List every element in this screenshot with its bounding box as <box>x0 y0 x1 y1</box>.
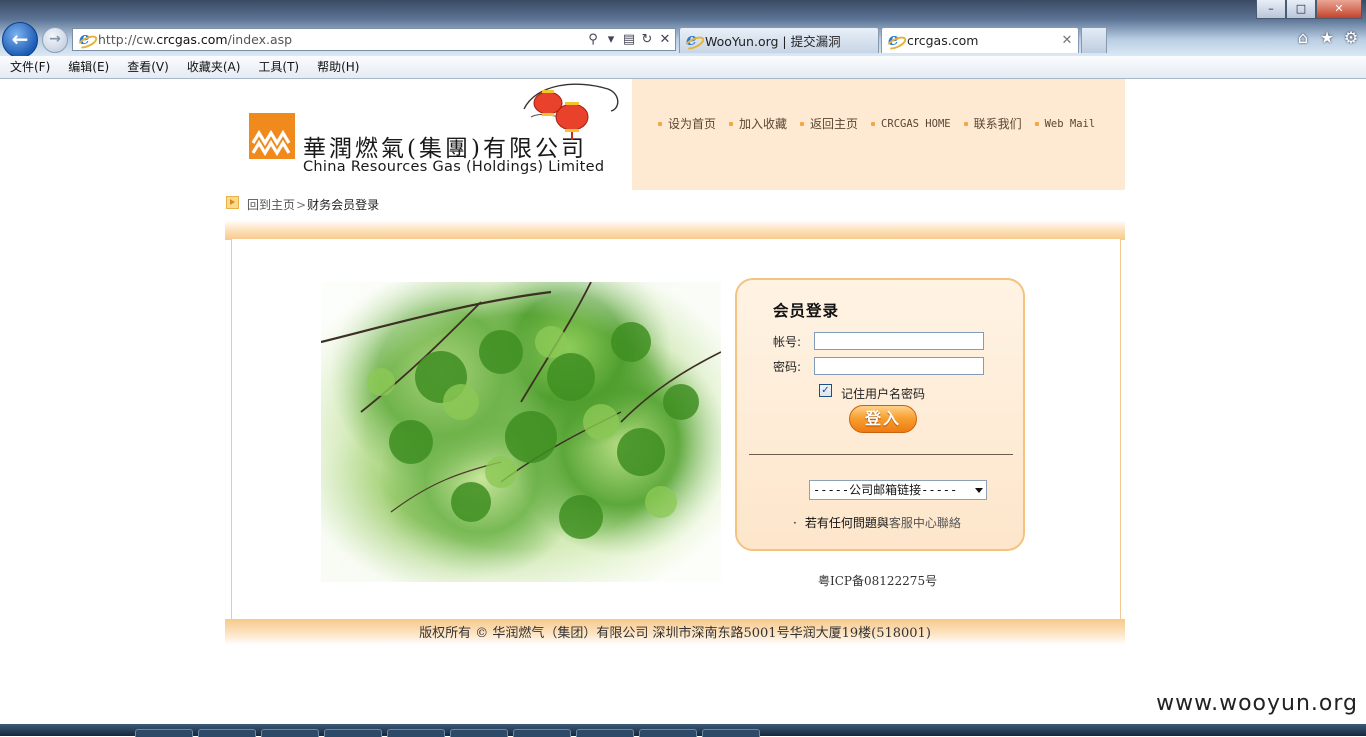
link-crcgas-home[interactable]: CRCGAS HOME <box>871 115 951 132</box>
link-set-homepage[interactable]: 设为首页 <box>658 115 716 132</box>
link-label: 返回主页 <box>810 117 859 131</box>
bullet-icon <box>871 121 876 126</box>
breadcrumb-arrow-icon <box>226 196 239 209</box>
help-prefix: 若有任何問題與 <box>804 516 889 530</box>
search-icon[interactable]: ⚲ <box>585 32 601 47</box>
arrow-right-icon: → <box>49 31 61 47</box>
help-text: · 若有任何問題與客服中心聯絡 <box>793 514 961 531</box>
menu-file[interactable]: 文件(F) <box>0 56 58 78</box>
wooyun-watermark: www.wooyun.org <box>1156 691 1358 716</box>
bullet-icon <box>729 121 734 126</box>
address-bar[interactable]: http://cw.crcgas.com/index.asp ⚲ ▾ ▤ ↻ ✕ <box>72 28 676 51</box>
web-page: 華潤燃氣(集團)有限公司 China Resources Gas (Holdin… <box>0 79 1366 724</box>
tab-label: crcgas.com <box>907 33 979 48</box>
help-bullet: · <box>793 516 797 530</box>
bullet-icon <box>800 121 805 126</box>
menu-tools[interactable]: 工具(T) <box>248 56 307 78</box>
tab-crcgas[interactable]: crcgas.com ✕ <box>881 27 1079 53</box>
logo-mark-icon <box>249 113 295 159</box>
menu-bar: 文件(F) 编辑(E) 查看(V) 收藏夹(A) 工具(T) 帮助(H) <box>0 56 1366 79</box>
browser-right-icons: ⌂ ★ ⚙ <box>1294 28 1360 48</box>
window-controls: – □ ✕ <box>1256 0 1362 19</box>
ie-tab-icon <box>685 30 701 50</box>
breadcrumb-current: 财务会员登录 <box>307 198 380 212</box>
address-prefix: http://cw. <box>98 32 157 47</box>
ie-tab-icon <box>887 30 903 50</box>
breadcrumb: 回到主页 > 财务会员登录 <box>226 196 379 213</box>
bullet-icon <box>963 121 968 126</box>
browser-chrome: – □ ✕ ← → http://cw.crcgas.com/index.asp… <box>0 0 1366 58</box>
gear-icon[interactable]: ⚙ <box>1342 28 1360 48</box>
close-window-button[interactable]: ✕ <box>1316 0 1362 19</box>
icp-record[interactable]: 粤ICP备08122275号 <box>818 572 937 589</box>
link-label: 设为首页 <box>668 117 717 131</box>
footer-copyright: 版权所有 © 华润燃气（集团）有限公司 深圳市深南东路5001号华润大厦19楼(… <box>225 619 1125 645</box>
stop-icon[interactable]: ✕ <box>657 32 673 47</box>
tab-close-icon[interactable]: ✕ <box>1059 33 1075 48</box>
link-contact-us[interactable]: 联系我们 <box>963 115 1022 132</box>
address-domain: crcgas.com <box>156 32 228 47</box>
arrow-left-icon: ← <box>11 27 29 51</box>
dropdown-icon[interactable]: ▾ <box>603 32 619 47</box>
breadcrumb-separator: > <box>296 197 307 212</box>
lantern-decoration-icon <box>523 83 619 140</box>
link-label: Web Mail <box>1044 117 1096 130</box>
customer-service-link[interactable]: 客服中心聯絡 <box>889 516 961 530</box>
compat-view-icon[interactable]: ▤ <box>621 32 637 47</box>
chevron-down-icon <box>975 488 983 493</box>
login-title: 会员登录 <box>773 302 840 320</box>
home-icon[interactable]: ⌂ <box>1294 28 1312 48</box>
refresh-icon[interactable]: ↻ <box>639 32 655 47</box>
tab-wooyun[interactable]: WooYun.org | 提交漏洞 <box>679 27 879 53</box>
password-input[interactable] <box>814 357 984 375</box>
company-mail-select[interactable]: -----公司邮箱链接----- <box>809 480 987 500</box>
password-label: 密码: <box>773 360 802 374</box>
address-text[interactable]: http://cw.crcgas.com/index.asp <box>98 32 585 47</box>
mail-select-value: -----公司邮箱链接----- <box>813 483 958 497</box>
login-button[interactable]: 登入 <box>849 405 917 433</box>
login-panel: 会员登录 帐号: 密码: ✓ 记住用户名密码 登入 -----公司邮箱链接---… <box>735 278 1025 551</box>
back-button[interactable]: ← <box>2 22 38 58</box>
minimize-button[interactable]: – <box>1256 0 1286 19</box>
remember-label: 记住用户名密码 <box>841 387 926 401</box>
account-label: 帐号: <box>773 335 802 349</box>
link-label: CRCGAS HOME <box>881 117 951 130</box>
windows-taskbar <box>0 724 1366 737</box>
account-input[interactable] <box>814 332 984 350</box>
link-back-home[interactable]: 返回主页 <box>800 115 858 132</box>
favorites-star-icon[interactable]: ★ <box>1318 28 1336 48</box>
bullet-icon <box>658 121 662 126</box>
new-tab-button[interactable] <box>1081 27 1107 53</box>
maximize-button[interactable]: □ <box>1286 0 1316 19</box>
content-top-band <box>225 220 1125 240</box>
tab-label: WooYun.org | 提交漏洞 <box>705 34 841 49</box>
link-add-favorite[interactable]: 加入收藏 <box>729 115 787 132</box>
remember-checkbox[interactable]: ✓ <box>819 384 832 397</box>
header-link-bar: 设为首页 加入收藏 返回主页 CRCGAS HOME 联系我们 Web Mail <box>632 79 1125 190</box>
breadcrumb-home-link[interactable]: 回到主页 <box>247 196 295 213</box>
ie-page-icon <box>78 29 94 49</box>
maple-leaves-image <box>321 282 721 582</box>
address-path: /index.asp <box>227 32 293 47</box>
company-logo[interactable]: 華潤燃氣(集團)有限公司 China Resources Gas (Holdin… <box>226 79 630 190</box>
forward-button[interactable]: → <box>42 27 68 53</box>
link-web-mail[interactable]: Web Mail <box>1034 115 1096 132</box>
menu-favorites[interactable]: 收藏夹(A) <box>177 56 249 78</box>
bullet-icon <box>1034 121 1039 126</box>
link-label: 加入收藏 <box>739 117 788 131</box>
login-divider <box>749 454 1013 455</box>
menu-view[interactable]: 查看(V) <box>117 56 177 78</box>
link-label: 联系我们 <box>973 117 1022 131</box>
logo-english-name: China Resources Gas (Holdings) Limited <box>303 159 605 175</box>
menu-help[interactable]: 帮助(H) <box>307 56 367 78</box>
menu-edit[interactable]: 编辑(E) <box>58 56 117 78</box>
